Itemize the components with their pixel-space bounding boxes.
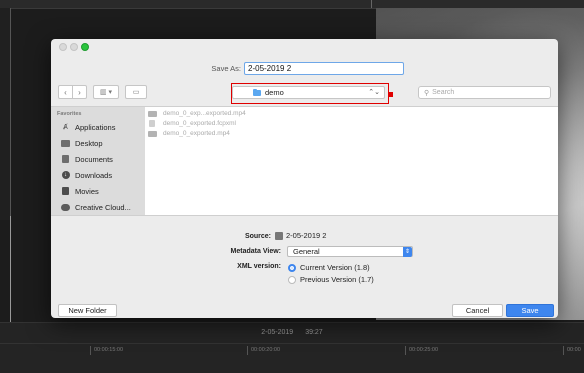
source-value: 2-05-2019 2 [275,231,326,240]
desktop-icon [61,139,70,147]
sidebar-item-creative-cloud[interactable]: Creative Cloud... [61,201,131,213]
sidebar-item-label: Movies [75,186,99,196]
zoom-button[interactable] [81,43,89,51]
sidebar-item-label: Applications [75,122,116,132]
save-as-row: Save As: [51,62,558,76]
sidebar-item-movies[interactable]: Movies [61,185,99,197]
video-file-icon [148,130,157,137]
save-as-input[interactable] [244,62,404,75]
timeline-project-name: 2-05-2019 [261,328,294,336]
back-button[interactable]: ‹ [58,85,73,99]
applications-icon: Ⱥ [63,123,68,131]
chevron-right-icon: › [78,87,81,97]
movies-icon [61,187,70,195]
sidebar-item-applications[interactable]: Ⱥ Applications [61,121,115,133]
updown-chevron-icon: ⇕ [403,247,412,257]
columns-icon: ▥ ▾ [99,89,113,96]
documents-icon [61,155,70,163]
sidebar-header: Favorites [57,111,82,117]
file-name: demo_0_exported.fcpxml [163,120,236,127]
save-as-label: Save As: [211,64,241,73]
timeline-info: 2-05-2019 39:27 [0,323,584,341]
metadata-view-value: General [293,247,320,256]
file-item[interactable]: demo_0_exported.mp4 [148,129,230,138]
search-placeholder: Search [432,89,455,96]
sidebar-item-documents[interactable]: Documents [61,153,113,165]
radio-label: Current Version (1.8) [300,263,370,272]
timeline-tick: 00:00:20:00 [247,346,280,355]
sidebar-item-label: Downloads [75,170,113,180]
library-panel [0,8,11,220]
video-file-icon [148,110,157,117]
timeline-tick: 00:00:15:00 [90,346,123,355]
downloads-icon: ↓ [61,171,70,179]
sidebar-item-label: Desktop [75,138,103,148]
folder-icon: ▭ [132,89,140,96]
file-browser: Favorites Ⱥ Applications Desktop Documen… [51,106,558,216]
view-mode-button[interactable]: ▥ ▾ [93,85,119,99]
sidebar-item-label: Documents [75,154,113,164]
forward-button[interactable]: › [72,85,87,99]
empty-column [268,107,558,215]
radio-unselected-icon [288,275,296,284]
cancel-button[interactable]: Cancel [452,304,503,317]
annotation-highlight [231,83,389,104]
new-folder-button[interactable]: New Folder [58,304,117,317]
radio-label: Previous Version (1.7) [300,275,374,284]
radio-selected-icon [288,263,296,272]
panel-divider [371,0,372,8]
file-name: demo_0_exported.mp4 [163,130,230,137]
file-item[interactable]: demo_0_exported.fcpxml [148,119,236,128]
file-item[interactable]: demo_0_exp...exported.mp4 [148,109,246,118]
metadata-view-label: Metadata View: [230,248,281,255]
timeline[interactable]: 2-05-2019 39:27 00:00:15:00 00:00:20:00 … [0,322,584,373]
sidebar: Favorites Ⱥ Applications Desktop Documen… [51,107,145,215]
source-label: Source: [244,233,271,240]
sidebar-item-desktop[interactable]: Desktop [61,137,103,149]
save-dialog: Save As: ‹ › ▥ ▾ ▭ demo ⌃⌄ ⚲ Search Favo… [51,39,558,318]
chevron-left-icon: ‹ [64,87,67,97]
sidebar-item-downloads[interactable]: ↓ Downloads [61,169,112,181]
close-button[interactable] [59,43,67,51]
annotation-marker [389,92,393,97]
timeline-tick: 00:00:25:00 [405,346,438,355]
timeline-ruler[interactable]: 00:00:15:00 00:00:20:00 00:00:25:00 00:0… [0,343,584,358]
save-button[interactable]: Save [506,304,554,317]
timeline-duration: 39:27 [305,328,323,336]
project-icon [275,231,283,240]
timeline-tick: 00:00 [563,346,581,355]
xml-previous-version-radio[interactable]: Previous Version (1.7) [288,274,374,285]
sidebar-item-label: Creative Cloud... [75,202,131,212]
metadata-view-select[interactable]: General ⇕ [287,246,413,257]
search-icon: ⚲ [424,89,430,97]
search-field[interactable]: ⚲ Search [418,86,551,99]
folder-button[interactable]: ▭ [125,85,147,99]
creative-cloud-icon [61,203,70,211]
source-name: 2-05-2019 2 [286,231,327,240]
file-name: demo_0_exp...exported.mp4 [163,110,246,117]
file-column: demo_0_exp...exported.mp4 demo_0_exporte… [145,107,269,215]
xml-current-version-radio[interactable]: Current Version (1.8) [288,262,370,273]
document-file-icon [149,120,155,127]
minimize-button[interactable] [70,43,78,51]
xml-version-label: XML version: [237,263,281,270]
